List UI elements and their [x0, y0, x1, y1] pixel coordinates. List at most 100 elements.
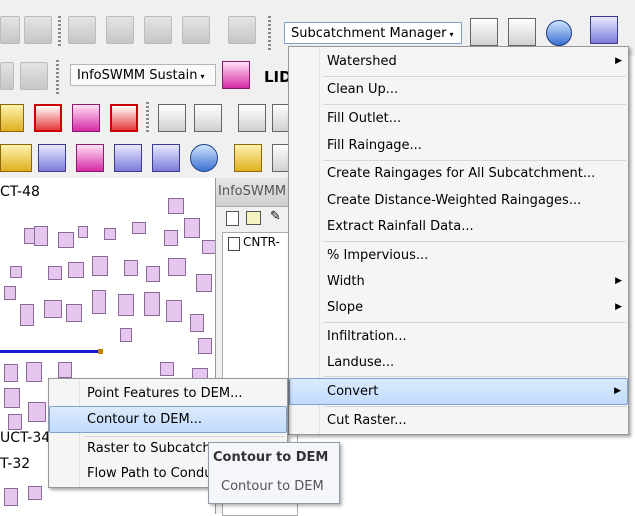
building-polygon — [4, 364, 18, 382]
building-polygon — [44, 300, 62, 318]
infoswmm-sustain-dropdown[interactable]: InfoSWMM Sustain ▾ — [70, 64, 216, 86]
measure-2d-icon[interactable] — [106, 16, 134, 44]
menu-item-label: Extract Rainfall Data... — [327, 219, 474, 234]
building-polygon — [168, 198, 184, 214]
lid-map-icon[interactable] — [222, 61, 250, 89]
info-circle-icon[interactable] — [546, 20, 572, 46]
graph-icon[interactable] — [114, 144, 142, 172]
building-polygon — [8, 414, 22, 430]
pan-2d-icon[interactable] — [68, 16, 96, 44]
building-polygon — [132, 222, 146, 234]
building-polygon — [196, 274, 212, 292]
contour-to-dem-tooltip: Contour to DEM Contour to DEM — [208, 442, 340, 504]
building-polygon — [166, 300, 182, 322]
menu-item-landuse[interactable]: Landuse... — [289, 350, 628, 375]
submenu-arrow-icon: ▶ — [614, 386, 621, 396]
subcatchment-label: CT-48 — [0, 184, 40, 200]
people-icon[interactable] — [0, 144, 32, 172]
building-polygon — [92, 290, 106, 314]
document-icon — [228, 237, 240, 251]
building-polygon — [68, 262, 84, 278]
outlet-node — [98, 349, 103, 354]
building-polygon — [78, 226, 88, 238]
edit-color-icon[interactable] — [72, 104, 100, 132]
menu-item-label: Flow Path to Conduit — [87, 466, 222, 481]
submenu-arrow-icon: ▶ — [615, 56, 622, 66]
navigate-2d-icon[interactable] — [20, 62, 48, 90]
menu-item-convert[interactable]: Convert ▶ — [289, 378, 628, 405]
edit-red-icon[interactable] — [34, 104, 62, 132]
panel-toolbar: ✎ — [216, 206, 296, 232]
building-polygon — [4, 488, 18, 506]
building-polygon — [198, 338, 212, 354]
conduit-line — [0, 350, 102, 353]
toolbar-separator — [56, 60, 59, 94]
building-polygon — [28, 402, 46, 422]
menu-item-contour-to-dem[interactable]: Contour to DEM... — [49, 406, 287, 433]
panel-titlebar: InfoSWMM — [216, 178, 296, 207]
menu-item-width[interactable]: Width ▶ — [289, 269, 628, 294]
document-icon[interactable] — [226, 211, 239, 226]
rotate-2d-icon[interactable] — [0, 62, 14, 90]
building-polygon — [26, 362, 42, 382]
calculator-icon[interactable] — [152, 144, 180, 172]
menu-item-clean-up[interactable]: Clean Up... — [289, 77, 628, 102]
toolbar-separator — [268, 16, 271, 52]
building-polygon — [66, 304, 82, 322]
submenu-arrow-icon: ▶ — [615, 302, 622, 312]
edit-pencil-icon[interactable] — [0, 104, 24, 132]
menu-item-fill-raingage[interactable]: Fill Raingage... — [289, 133, 628, 158]
building-polygon — [124, 260, 138, 276]
toolbar-separator — [58, 16, 61, 46]
menu-item-create-raingages[interactable]: Create Raingages for All Subcatchment... — [289, 161, 628, 186]
building-polygon — [160, 362, 174, 376]
polygon-edit-icon[interactable] — [508, 18, 536, 46]
building-polygon — [28, 486, 42, 500]
report-icon[interactable] — [38, 144, 66, 172]
select-2d-icon[interactable] — [0, 16, 20, 44]
menu-separator — [323, 241, 626, 242]
panel-list-item[interactable]: CNTR- — [243, 235, 280, 249]
menu-item-point-features-to-dem[interactable]: Point Features to DEM... — [49, 381, 287, 406]
pencil-icon[interactable]: ✎ — [270, 209, 281, 224]
submenu-arrow-icon: ▶ — [615, 276, 622, 286]
toolbar-row-4 — [0, 138, 290, 178]
building-polygon — [4, 286, 16, 300]
menu-item-label: % Impervious... — [327, 248, 429, 263]
menu-item-cut-raster[interactable]: Cut Raster... — [289, 408, 628, 433]
menu-item-impervious[interactable]: % Impervious... — [289, 243, 628, 268]
menu-item-watershed[interactable]: Watershed ▶ — [289, 49, 628, 74]
surface-icon[interactable] — [144, 16, 172, 44]
tooltip-body: Contour to DEM — [221, 479, 324, 494]
edit-magenta-icon[interactable] — [110, 104, 138, 132]
building-polygon — [144, 292, 160, 316]
subcatchment-manager-dropdown[interactable]: Subcatchment Manager ▾ — [284, 22, 462, 44]
menu-item-fill-outlet[interactable]: Fill Outlet... — [289, 106, 628, 131]
menu-separator — [323, 406, 626, 407]
people-report-icon[interactable] — [76, 144, 104, 172]
menu-item-label: Fill Outlet... — [327, 111, 402, 126]
person-chart-icon[interactable] — [234, 144, 262, 172]
refresh-globe-icon[interactable] — [190, 144, 218, 172]
terrain-icon[interactable] — [182, 16, 210, 44]
eraser-line-icon[interactable] — [194, 104, 222, 132]
eraser-icon[interactable] — [158, 104, 186, 132]
list-icon[interactable] — [246, 211, 261, 225]
globe-off-icon[interactable] — [228, 16, 256, 44]
pencil-grid-icon[interactable] — [238, 104, 266, 132]
menu-item-infiltration[interactable]: Infiltration... — [289, 324, 628, 349]
zoom-2d-icon[interactable] — [24, 16, 52, 44]
menu-separator — [323, 322, 626, 323]
chevron-down-icon: ▾ — [449, 30, 454, 39]
building-polygon — [202, 240, 215, 254]
menu-item-slope[interactable]: Slope ▶ — [289, 295, 628, 320]
flow-direction-icon[interactable] — [590, 16, 618, 44]
menu-item-create-distance-weighted[interactable]: Create Distance-Weighted Raingages... — [289, 188, 628, 213]
infoswmm-sustain-label: InfoSWMM Sustain — [77, 68, 198, 83]
menu-item-extract-rainfall[interactable]: Extract Rainfall Data... — [289, 214, 628, 239]
subcatchment-label: T-32 — [0, 456, 31, 472]
panel-title: InfoSWMM — [218, 184, 287, 199]
polygon-tool-icon[interactable] — [470, 18, 498, 46]
menu-item-label: Create Raingages for All Subcatchment... — [327, 166, 596, 181]
menu-item-label: Infiltration... — [327, 329, 407, 344]
